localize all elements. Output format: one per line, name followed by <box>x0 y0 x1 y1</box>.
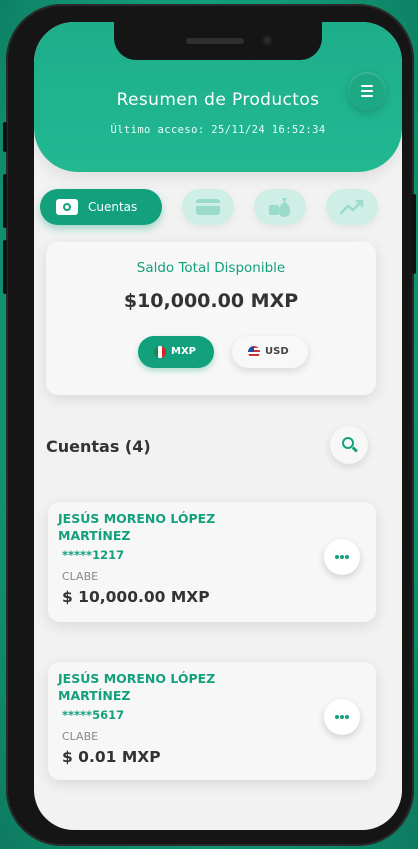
account-holder-name: JESÚS MORENO LÓPEZ MARTÍNEZ <box>58 511 216 543</box>
more-dots-icon <box>335 715 339 719</box>
accounts-section-title: Cuentas (4) <box>46 437 151 456</box>
currency-label: MXP <box>171 346 196 357</box>
balance-title: Saldo Total Disponible <box>136 260 286 276</box>
account-card[interactable]: JESÚS MORENO LÓPEZ MARTÍNEZ *****1217 CL… <box>48 502 376 622</box>
usa-flag-icon <box>248 346 260 358</box>
trending-up-icon <box>339 199 364 215</box>
phone-side-button <box>3 174 7 228</box>
hamburger-menu-icon <box>361 95 373 97</box>
menu-button[interactable] <box>348 72 386 110</box>
more-dots-icon <box>335 555 339 559</box>
tab-investments[interactable] <box>254 189 306 225</box>
mexico-flag-icon <box>154 346 166 358</box>
currency-mxp-button[interactable]: MXP <box>138 336 214 368</box>
clabe-label: CLABE <box>62 730 99 743</box>
balance-card: Saldo Total Disponible $10,000.00 MXP MX… <box>46 242 376 395</box>
app-screen: Resumen de Productos Último acceso: 25/1… <box>34 22 402 830</box>
account-holder-name: JESÚS MORENO LÓPEZ MARTÍNEZ <box>58 671 216 703</box>
speaker-grille <box>186 38 244 44</box>
more-options-button[interactable] <box>324 539 360 575</box>
clabe-label: CLABE <box>62 570 99 583</box>
tab-cards[interactable] <box>182 189 234 225</box>
phone-notch <box>114 22 322 60</box>
last-access-text: Último acceso: 25/11/24 16:52:34 <box>110 124 326 136</box>
front-camera <box>262 35 273 46</box>
phone-side-button <box>3 240 7 294</box>
account-number: *****5617 <box>62 708 125 722</box>
credit-card-icon <box>196 199 220 215</box>
hamburger-menu-icon <box>361 90 373 92</box>
hamburger-menu-icon <box>361 85 373 87</box>
cash-icon <box>56 199 78 215</box>
currency-label: USD <box>265 346 289 357</box>
more-options-button[interactable] <box>324 699 360 735</box>
account-balance: $ 0.01 MXP <box>62 748 161 766</box>
page-title: Resumen de Productos <box>116 90 320 110</box>
phone-frame: Resumen de Productos Último acceso: 25/1… <box>3 4 416 846</box>
tab-trends[interactable] <box>326 189 378 225</box>
phone-power-button <box>412 194 416 274</box>
account-balance: $ 10,000.00 MXP <box>62 588 210 606</box>
account-number: *****1217 <box>62 548 125 562</box>
search-button[interactable] <box>330 426 368 464</box>
money-bag-icon <box>269 198 291 217</box>
phone-side-button <box>3 122 7 152</box>
balance-amount: $10,000.00 MXP <box>123 290 299 312</box>
currency-usd-button[interactable]: USD <box>232 336 308 368</box>
tab-cuentas-label: Cuentas <box>88 200 138 214</box>
tab-cuentas[interactable]: Cuentas <box>40 189 162 225</box>
account-card[interactable]: JESÚS MORENO LÓPEZ MARTÍNEZ *****5617 CL… <box>48 662 376 780</box>
